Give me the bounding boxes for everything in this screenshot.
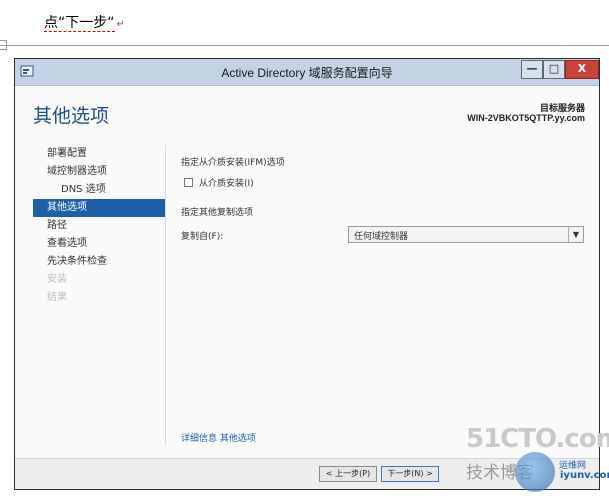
minimize-button[interactable]: — xyxy=(521,60,543,79)
doc-instruction: 点“下一步“ ↵ xyxy=(44,12,125,32)
options-panel: 指定从介质安装(IFM)选项 从介质安装(I) 指定其他复制选项 复制自(F):… xyxy=(181,155,591,246)
close-button[interactable]: X xyxy=(565,60,599,79)
title-bar[interactable]: Active Directory 域服务配置向导 — □ X xyxy=(15,59,599,86)
ifm-checkbox[interactable] xyxy=(184,178,193,187)
maximize-button[interactable]: □ xyxy=(543,60,565,79)
more-info-prefix[interactable]: 详细信息 xyxy=(181,434,217,444)
target-server-value: WIN-2VBKOT5QTTP.yy.com xyxy=(467,113,585,123)
replicate-from-dropdown[interactable]: 任何域控制器 ▼ xyxy=(348,226,584,243)
nav-divider xyxy=(165,145,166,445)
more-info: 详细信息 其他选项 xyxy=(181,431,256,444)
previous-button[interactable]: < 上一步(P) xyxy=(319,466,377,482)
nav-item-dc-options[interactable]: 域控制器选项 xyxy=(33,163,165,181)
doc-instruction-text: 点“下一步“ xyxy=(44,15,115,32)
doc-divider xyxy=(0,45,609,46)
ifm-checkbox-label[interactable]: 从介质安装(I) xyxy=(199,176,254,189)
globe-watermark-icon xyxy=(515,452,555,492)
replicate-from-label: 复制自(F): xyxy=(181,232,224,242)
nav-item-results: 结果 xyxy=(47,292,67,303)
watermark-51cto: 51CTO.com xyxy=(466,424,609,454)
more-info-link-text[interactable]: 其他选项 xyxy=(220,434,256,444)
nav-item-additional-options[interactable]: 其他选项 xyxy=(33,199,165,217)
ifm-checkbox-row[interactable]: 从介质安装(I) xyxy=(184,176,591,189)
nav-item-prerequisites-check[interactable]: 先决条件检查 xyxy=(33,253,165,271)
replicate-from-row: 复制自(F): 任何域控制器 ▼ xyxy=(181,226,591,246)
ifm-section-label: 指定从介质安装(IFM)选项 xyxy=(181,158,285,168)
nav-item-dns-options[interactable]: DNS 选项 xyxy=(33,181,165,199)
return-mark-icon: ↵ xyxy=(116,19,125,30)
next-button[interactable]: 下一步(N) > xyxy=(381,466,439,482)
more-info-link[interactable]: 详细信息 其他选项 xyxy=(181,434,256,444)
nav-item-deployment-config[interactable]: 部署配置 xyxy=(33,145,165,163)
wizard-nav: 部署配置 域控制器选项 DNS 选项 其他选项 路径 查看选项 先决条件检查 安… xyxy=(33,145,165,307)
nav-item-paths[interactable]: 路径 xyxy=(33,217,165,235)
replicate-from-value: 任何域控制器 xyxy=(354,232,409,242)
window-title: Active Directory 域服务配置向导 xyxy=(221,66,393,80)
nav-item-review-options[interactable]: 查看选项 xyxy=(33,235,165,253)
replication-section-label: 指定其他复制选项 xyxy=(181,208,254,218)
watermark-iyunv: iyunv.com xyxy=(560,470,609,481)
chevron-down-icon[interactable]: ▼ xyxy=(568,227,583,242)
nav-item-installation: 安装 xyxy=(47,274,67,285)
page-title: 其他选项 xyxy=(33,105,110,127)
